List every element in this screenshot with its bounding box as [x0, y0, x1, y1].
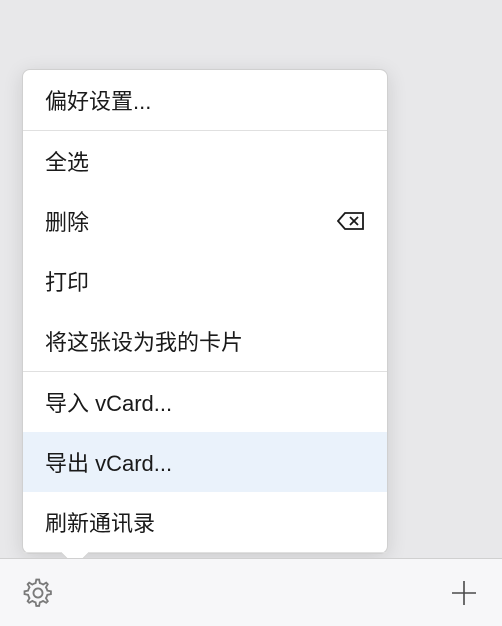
menu-item-export-vcard[interactable]: 导出 vCard... [23, 432, 387, 492]
bottom-toolbar [0, 558, 502, 626]
menu-item-delete[interactable]: 删除 [23, 191, 387, 251]
delete-key-icon [337, 210, 365, 232]
menu-section-vcard: 导入 vCard... 导出 vCard... 刷新通讯录 [23, 372, 387, 553]
menu-item-label: 偏好设置... [45, 84, 151, 116]
menu-item-label: 打印 [45, 265, 89, 297]
menu-item-label: 全选 [45, 145, 89, 177]
menu-item-label: 刷新通讯录 [45, 506, 155, 538]
plus-icon[interactable] [446, 575, 482, 611]
settings-popup-menu[interactable]: 偏好设置... 全选 删除 打印 将这张设为我的卡片 导入 vCard... [22, 69, 388, 554]
menu-item-preferences[interactable]: 偏好设置... [23, 70, 387, 130]
menu-item-label: 导入 vCard... [45, 386, 172, 418]
menu-item-label: 将这张设为我的卡片 [45, 325, 243, 357]
menu-section-edit: 全选 删除 打印 将这张设为我的卡片 [23, 131, 387, 372]
menu-item-set-as-my-card[interactable]: 将这张设为我的卡片 [23, 311, 387, 371]
menu-item-select-all[interactable]: 全选 [23, 131, 387, 191]
menu-item-import-vcard[interactable]: 导入 vCard... [23, 372, 387, 432]
gear-icon[interactable] [20, 575, 56, 611]
menu-item-label: 删除 [45, 205, 89, 237]
menu-section-preferences: 偏好设置... [23, 70, 387, 131]
menu-item-print[interactable]: 打印 [23, 251, 387, 311]
menu-item-label: 导出 vCard... [45, 446, 172, 478]
